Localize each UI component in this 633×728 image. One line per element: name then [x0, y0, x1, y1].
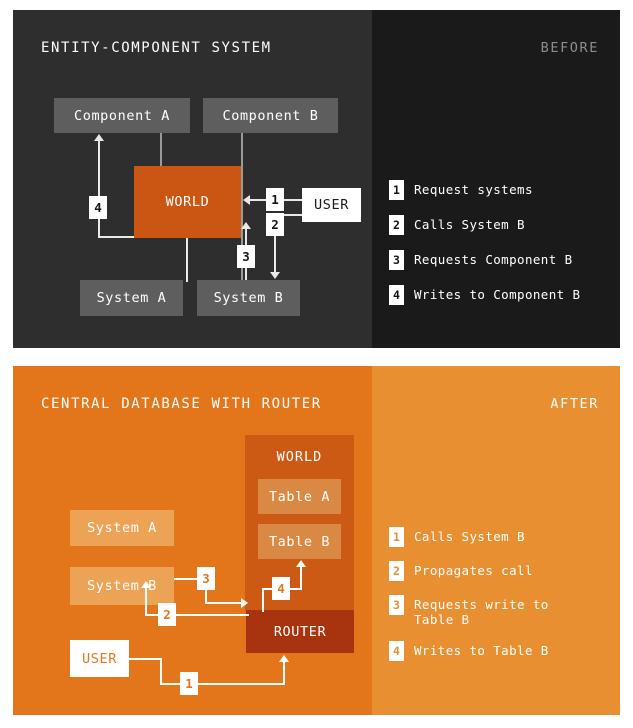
link-3-run — [205, 602, 244, 604]
node-system-a[interactable]: System A — [70, 510, 174, 546]
panel-before: ENTITY-COMPONENT SYSTEM Component A Comp… — [13, 10, 620, 348]
legend-item: 3 Requests Component B — [389, 250, 580, 270]
marker-1: 1 — [180, 672, 198, 695]
legend-badge: 3 — [389, 250, 404, 270]
legend-badge: 2 — [389, 215, 404, 235]
arrowhead-1-up — [279, 655, 289, 662]
node-component-a[interactable]: Component A — [54, 98, 190, 133]
node-user[interactable]: USER — [302, 188, 361, 222]
node-table-b[interactable]: Table B — [258, 524, 341, 559]
legend-badge: 1 — [389, 180, 404, 200]
legend-pane-after: AFTER 1 Calls System B 2 Propagates call… — [372, 366, 620, 715]
node-system-a-label: System A — [96, 290, 167, 306]
legend-item: 2 Propagates call — [389, 561, 549, 581]
arrowhead-4-up — [296, 560, 306, 567]
legend-badge: 3 — [389, 595, 404, 615]
node-system-a[interactable]: System A — [80, 280, 183, 316]
legend-badge: 1 — [389, 527, 404, 547]
legend-label: Calls System B — [414, 529, 525, 544]
node-user-label: USER — [82, 650, 117, 667]
node-table-a-label: Table A — [268, 488, 331, 505]
legend-label: Requests write to Table B — [414, 597, 549, 627]
link-2-riser — [145, 588, 147, 615]
legend-label: Requests Component B — [414, 252, 573, 267]
node-component-b[interactable]: Component B — [203, 98, 338, 133]
panel-after: CENTRAL DATABASE WITH ROUTER WORLD Table… — [13, 366, 620, 715]
node-world-label: WORLD — [276, 449, 323, 465]
legend-item: 3 Requests write to Table B — [389, 595, 549, 627]
node-system-b-label: System B — [213, 290, 284, 306]
legend-pane-before: BEFORE 1 Request systems 2 Calls System … — [372, 10, 620, 348]
diagram-stage-after: CENTRAL DATABASE WITH ROUTER WORLD Table… — [13, 366, 372, 715]
arrowhead-4-up — [94, 134, 104, 141]
node-world-label: WORLD — [165, 194, 210, 210]
legend-after: 1 Calls System B 2 Propagates call 3 Req… — [389, 527, 549, 675]
link-1-drop — [160, 658, 162, 685]
legend-item: 4 Writes to Table B — [389, 641, 549, 661]
legend-badge: 2 — [389, 561, 404, 581]
legend-label: Writes to Table B — [414, 643, 549, 658]
stage-title-before: ENTITY-COMPONENT SYSTEM — [41, 40, 272, 56]
node-component-a-label: Component A — [73, 107, 170, 124]
legend-item: 1 Calls System B — [389, 527, 549, 547]
link-4-vertical — [98, 138, 100, 238]
arrowhead-2-up — [141, 581, 151, 588]
link-1-run — [160, 683, 285, 685]
legend-item: 2 Calls System B — [389, 215, 580, 235]
node-table-a[interactable]: Table A — [258, 479, 341, 514]
marker-2: 2 — [158, 603, 176, 626]
legend-label: Writes to Component B — [414, 287, 581, 302]
marker-3: 3 — [197, 567, 215, 590]
marker-1: 1 — [266, 188, 284, 211]
legend-item: 1 Request systems — [389, 180, 580, 200]
legend-label: Request systems — [414, 182, 533, 197]
arrowhead-2-down — [270, 272, 280, 279]
stage-title-after: CENTRAL DATABASE WITH ROUTER — [41, 396, 322, 412]
node-table-b-label: Table B — [268, 533, 331, 550]
legend-label: Propagates call — [414, 563, 533, 578]
link-1-from-user — [129, 658, 162, 660]
marker-4: 4 — [272, 577, 290, 600]
diagram-stage-before: ENTITY-COMPONENT SYSTEM Component A Comp… — [13, 10, 372, 348]
side-title-after: AFTER — [550, 396, 599, 412]
link-1-riser — [283, 662, 285, 685]
node-router[interactable]: ROUTER — [246, 610, 354, 653]
link-4-riser — [186, 236, 188, 282]
arrowhead-1-left — [243, 195, 250, 205]
node-router-label: ROUTER — [273, 623, 327, 640]
marker-3: 3 — [237, 245, 255, 268]
node-system-b[interactable]: System B — [197, 280, 300, 316]
marker-2: 2 — [266, 213, 284, 236]
node-world[interactable]: WORLD — [134, 166, 241, 238]
link-4-riser — [300, 567, 302, 589]
link-4-stub — [262, 588, 264, 612]
side-title-before: BEFORE — [540, 40, 599, 56]
node-system-a-label: System A — [87, 520, 157, 536]
node-system-b[interactable]: System B — [70, 567, 174, 605]
arrowhead-3-right — [241, 598, 248, 608]
node-component-b-label: Component B — [222, 107, 319, 124]
legend-before: 1 Request systems 2 Calls System B 3 Req… — [389, 180, 580, 320]
legend-label: Calls System B — [414, 217, 525, 232]
node-user[interactable]: USER — [70, 640, 129, 677]
legend-badge: 4 — [389, 641, 404, 661]
legend-badge: 4 — [389, 285, 404, 305]
marker-4: 4 — [89, 196, 107, 219]
node-user-label: USER — [314, 197, 349, 213]
arrowhead-3-up — [241, 222, 251, 229]
legend-item: 4 Writes to Component B — [389, 285, 580, 305]
